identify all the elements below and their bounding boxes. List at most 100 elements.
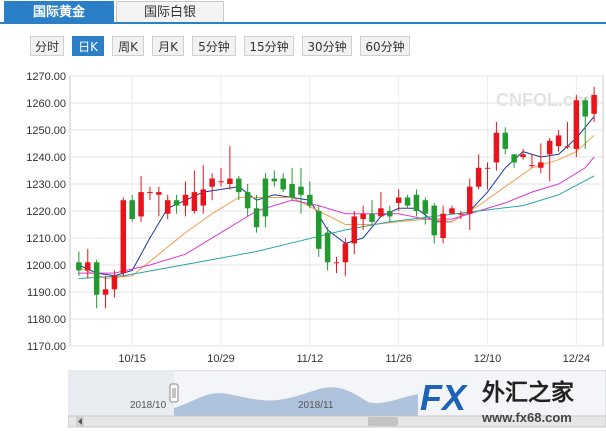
candle-up [102, 289, 109, 295]
y-tick-label: 1230.00 [26, 179, 66, 191]
candle-up [591, 94, 597, 114]
candle-down [271, 178, 278, 182]
candle-down [369, 213, 375, 222]
y-tick-label: 1220.00 [26, 206, 66, 218]
candle-down [404, 197, 411, 206]
y-tick-label: 1240.00 [26, 152, 66, 164]
candle-up [449, 208, 455, 214]
candle-up [484, 167, 491, 169]
candle-up [85, 262, 91, 271]
candle-up [466, 186, 473, 214]
candle-down [502, 132, 509, 149]
candle-down [129, 200, 135, 220]
candle-down [307, 194, 313, 206]
watermark-text: CNFOL.com 中金在线 [496, 89, 606, 110]
candle-up [191, 192, 198, 211]
candle-up [538, 162, 544, 168]
candle-up [156, 192, 162, 195]
y-tick-label: 1260.00 [26, 98, 66, 110]
candle-down [582, 100, 588, 117]
x-tick-label: 12/10 [474, 353, 502, 365]
period-daily-k-button[interactable]: 日K [72, 36, 104, 56]
candle-up [200, 189, 207, 206]
candle-up [218, 181, 224, 183]
candle-down [262, 178, 269, 217]
candle-up [520, 154, 526, 157]
logo-url-text: www.fx68.com [481, 410, 572, 425]
candle-down [413, 194, 420, 211]
y-tick-label: 1250.00 [26, 125, 66, 137]
moving-average-lines [78, 116, 595, 280]
candle-down [298, 186, 304, 195]
candle-down [236, 178, 242, 193]
candle-up [351, 216, 358, 244]
candle-up [360, 213, 366, 220]
period-15min-button[interactable]: 15分钟 [244, 36, 294, 56]
y-tick-label: 1180.00 [27, 314, 66, 326]
y-tick-label: 1190.00 [27, 287, 66, 299]
candle-up [209, 178, 215, 187]
candle-up [573, 100, 580, 149]
y-tick-label: 1210.00 [26, 233, 66, 245]
navigator-scroll-thumb[interactable] [368, 417, 398, 426]
candle-down [244, 192, 251, 209]
logo-fx-text: FX [420, 377, 468, 418]
candle-up [493, 132, 500, 163]
y-tick-label: 1170.00 [27, 341, 66, 353]
logo-cn-text: 外汇之家 [482, 379, 574, 406]
candle-down [289, 184, 295, 198]
candle-down [387, 211, 393, 217]
market-tab-bar: 国际黄金 国际白银 [0, 0, 606, 24]
candle-up [342, 243, 349, 263]
candle-down [431, 205, 437, 236]
candle-down [253, 208, 260, 228]
navigator-label-nov: 2018/11 [298, 400, 334, 411]
candle-up [120, 200, 127, 274]
candle-up [138, 192, 144, 217]
candle-up [475, 167, 482, 187]
candle-up [440, 213, 446, 238]
candle-down [324, 232, 331, 263]
ma5-line [78, 116, 595, 277]
fx68-logo: FX 外汇之家 www.fx68.com [420, 377, 574, 425]
candle-up [333, 262, 340, 264]
candle-up [164, 200, 171, 214]
candle-up [395, 197, 402, 203]
period-5min-button[interactable]: 5分钟 [192, 36, 236, 56]
period-intraday-button[interactable]: 分时 [30, 36, 64, 56]
candle-down [76, 262, 82, 271]
period-30min-button[interactable]: 30分钟 [302, 36, 352, 56]
x-tick-label: 11/12 [296, 353, 323, 365]
candle-up [529, 165, 535, 167]
candle-up [378, 208, 384, 217]
x-tick-label: 11/26 [385, 353, 412, 365]
candle-down [422, 200, 429, 214]
x-tick-label: 10/15 [118, 353, 146, 365]
candle-up [182, 194, 189, 206]
y-tick-label: 1270.00 [26, 71, 66, 83]
candle-up [458, 213, 464, 215]
y-axis: 1270.00 1260.00 1250.00 1240.00 1230.00 1220.… [26, 71, 66, 353]
x-tick-label: 10/29 [207, 353, 235, 365]
x-axis: 10/15 10/29 11/12 11/26 12/10 12/24 [118, 353, 590, 365]
tab-international-gold[interactable]: 国际黄金 [4, 1, 114, 22]
candle-up [111, 275, 118, 290]
candle-up [227, 178, 233, 184]
period-60min-button[interactable]: 60分钟 [360, 36, 410, 56]
candle-up [147, 192, 153, 194]
candlestick-chart: CNFOL.com 中金在线 1270.00 1260.00 1250.00 1240… [26, 71, 606, 365]
tab-international-silver[interactable]: 国际白银 [116, 1, 224, 22]
candle-down [173, 200, 180, 206]
candle-down [93, 262, 100, 295]
candle-down [511, 154, 517, 163]
x-tick-label: 12/24 [563, 353, 591, 365]
navigator-handle-left[interactable] [169, 383, 179, 403]
candle-up [564, 146, 571, 148]
candle-up [555, 135, 562, 147]
navigator-label-oct: 2018/10 [130, 400, 167, 411]
y-tick-label: 1200.00 [26, 260, 66, 272]
period-monthly-k-button[interactable]: 月K [152, 36, 184, 56]
candle-down [280, 178, 286, 190]
candle-down [315, 211, 322, 249]
period-weekly-k-button[interactable]: 周K [112, 36, 144, 56]
